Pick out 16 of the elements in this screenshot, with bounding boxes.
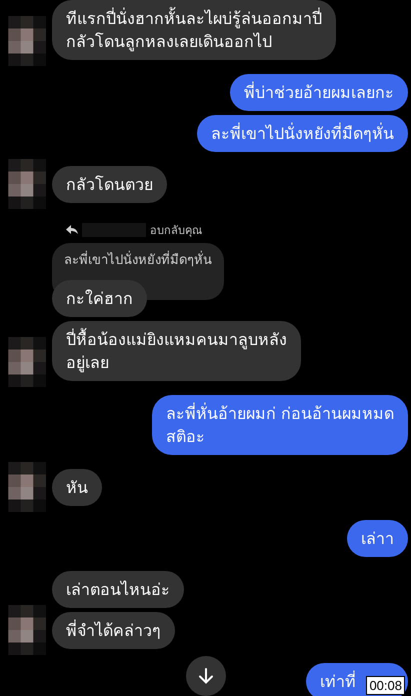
- message-bubble: ทีแรกปี่นั่งฮากหั้นละไผบ่รู้ล่นออกมาปี่ กลัวโดนลูกหลงเลยเดินออกไป: [52, 0, 336, 60]
- scroll-down-button[interactable]: [186, 656, 226, 696]
- down-arrow-icon: [196, 666, 216, 686]
- reply-label: อบกลับคุณ: [150, 223, 202, 239]
- message-bubble: กลัวโดนตวย: [52, 166, 167, 203]
- message-bubble: เล่าา: [347, 520, 408, 557]
- message-bubble: กะใค่ฮาก: [52, 280, 147, 317]
- message-bubble: ละพี่เขาไปนั่งหยังที่มืดๆหั่น: [197, 115, 408, 152]
- message-bubble: หัน: [52, 469, 102, 506]
- message-bubble: ละพี่หั่นอ้ายผมก่ ก่อนอ้านผมหมด สติอะ: [152, 395, 408, 455]
- video-timestamp: 00:08: [366, 676, 405, 695]
- reply-icon: [66, 225, 78, 235]
- message-bubble: ปี่หื้อน้องแม่ยิงแหมคนมาลูบหลัง อยู่เลย: [52, 321, 301, 381]
- message-bubble: พี่บ่าช่วยอ้ายผมเลยกะ: [230, 74, 408, 111]
- message-bubble: พี่จำได้คล่าวๆ: [52, 612, 175, 649]
- message-bubble: เล่าตอนไหนอ่ะ: [52, 571, 184, 608]
